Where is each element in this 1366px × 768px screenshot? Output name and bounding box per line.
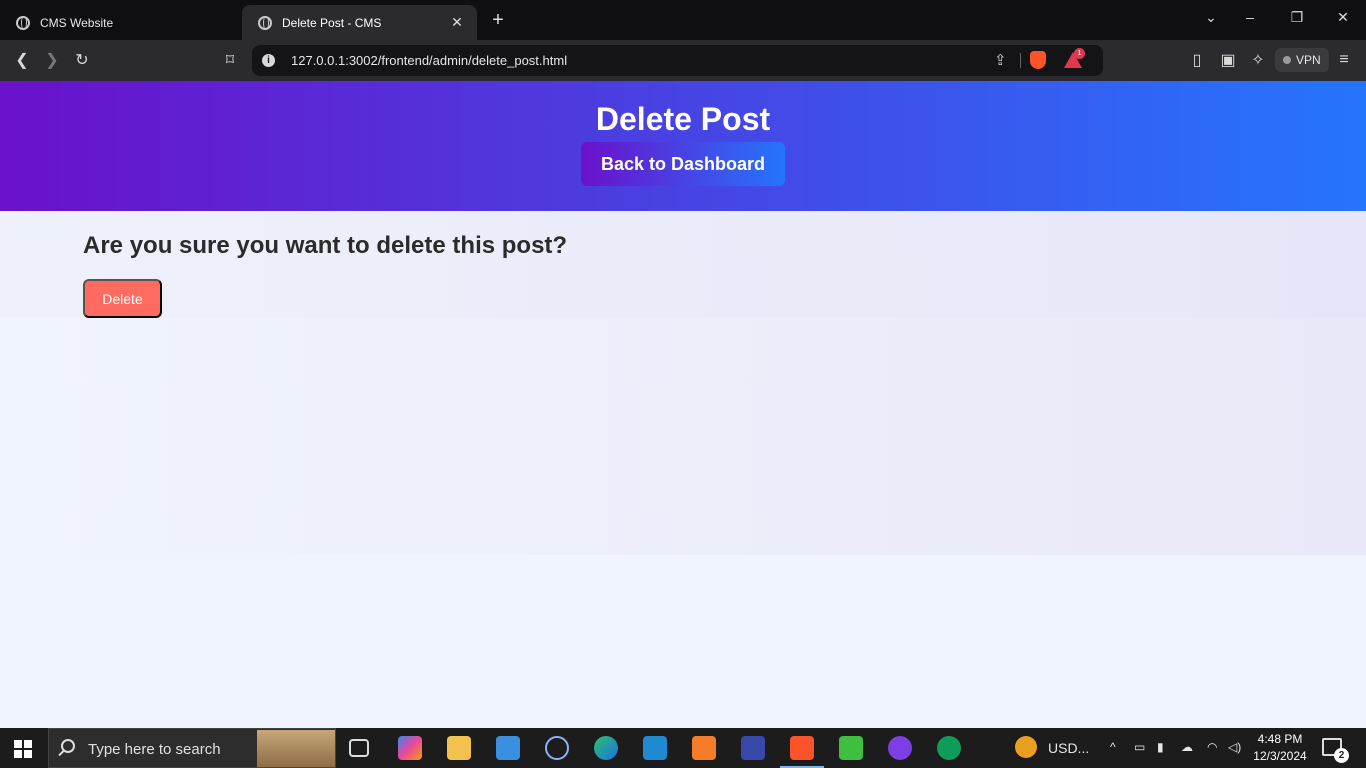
vpn-status-dot: [1283, 56, 1291, 64]
mongodb-compass-icon[interactable]: [937, 736, 961, 760]
meet-now-icon[interactable]: ▭: [1134, 740, 1145, 754]
task-view-icon[interactable]: [349, 739, 369, 757]
wallet-icon[interactable]: ▣: [1218, 50, 1238, 70]
show-hidden-icons-icon[interactable]: ^: [1110, 740, 1116, 754]
vpn-label: VPN: [1296, 53, 1321, 67]
brave-shields-icon[interactable]: [1030, 51, 1046, 69]
sidebar-icon[interactable]: ▯: [1187, 50, 1207, 70]
clock-time: 4:48 PM: [1257, 732, 1303, 746]
file-explorer-icon[interactable]: [447, 736, 471, 760]
confirmation-question: Are you sure you want to delete this pos…: [83, 232, 568, 259]
system-clock[interactable]: 4:48 PM 12/3/2024: [1252, 731, 1308, 765]
tab-cms-website[interactable]: CMS Website: [0, 5, 240, 40]
network-app-icon[interactable]: [545, 736, 569, 760]
wifi-icon[interactable]: ◠: [1207, 740, 1217, 754]
vpn-button[interactable]: VPN: [1275, 48, 1329, 72]
address-bar[interactable]: i 127.0.0.1:3002/frontend/admin/delete_p…: [252, 45, 1103, 76]
browser-tab-strip: CMS Website Delete Post - CMS ✕ + ⌄ – ❐ …: [0, 0, 1366, 40]
notification-count: 2: [1334, 748, 1349, 763]
search-icon: [61, 739, 75, 753]
divider: [1020, 53, 1021, 68]
bookmark-icon[interactable]: ⌑: [220, 50, 240, 70]
tab-search-icon[interactable]: ⌄: [1201, 9, 1221, 26]
delete-confirmation-section: Are you sure you want to delete this pos…: [0, 211, 1366, 318]
page-title: Delete Post: [595, 101, 771, 137]
site-info-icon[interactable]: i: [262, 54, 275, 67]
search-highlight-image: [257, 730, 335, 767]
search-placeholder: Type here to search: [88, 741, 221, 758]
delete-button[interactable]: Delete: [83, 279, 162, 318]
edge-icon[interactable]: [594, 736, 618, 760]
new-tab-button[interactable]: +: [488, 9, 508, 32]
minimize-button[interactable]: –: [1240, 9, 1260, 25]
url-text[interactable]: 127.0.0.1:3002/frontend/admin/delete_pos…: [291, 53, 567, 68]
github-desktop-icon[interactable]: [888, 736, 912, 760]
taskbar-search-box[interactable]: Type here to search: [48, 728, 336, 768]
leo-ai-icon[interactable]: ✧: [1248, 50, 1268, 70]
onedrive-icon[interactable]: ☁: [1181, 740, 1193, 754]
tab-title: Delete Post - CMS: [282, 15, 382, 30]
rewards-badge: 1: [1074, 48, 1085, 59]
tab-delete-post[interactable]: Delete Post - CMS ✕: [242, 5, 477, 40]
windows-start-button[interactable]: [14, 740, 32, 758]
page-viewport: Delete Post Back to Dashboard Are you su…: [0, 81, 1366, 728]
tab-title: CMS Website: [40, 15, 114, 30]
mail-icon[interactable]: [496, 736, 520, 760]
background-band: [0, 318, 1366, 555]
clock-date: 12/3/2024: [1253, 749, 1307, 763]
weather-icon[interactable]: [1015, 736, 1037, 758]
back-to-dashboard-button[interactable]: Back to Dashboard: [581, 142, 785, 186]
close-window-button[interactable]: ✕: [1333, 9, 1353, 26]
restore-button[interactable]: ❐: [1287, 9, 1307, 26]
windows-taskbar: Type here to search USD... ^ ▭ ▮ ☁ ◠ ◁) …: [0, 728, 1366, 768]
back-icon[interactable]: ❮: [12, 50, 32, 70]
globe-icon: [16, 15, 30, 30]
xampp-icon[interactable]: [692, 736, 716, 760]
menu-icon[interactable]: ≡: [1334, 50, 1354, 70]
browser-toolbar: ❮ ❯ ↻ ⌑ i 127.0.0.1:3002/frontend/admin/…: [0, 40, 1366, 81]
green-app-icon[interactable]: [839, 736, 863, 760]
reload-icon[interactable]: ↻: [72, 50, 92, 70]
close-tab-icon[interactable]: ✕: [449, 14, 465, 31]
kite-icon[interactable]: [741, 736, 765, 760]
page-header: Delete Post Back to Dashboard: [0, 81, 1366, 211]
share-icon[interactable]: ⇪: [994, 51, 1007, 69]
globe-icon: [258, 15, 272, 30]
brave-icon[interactable]: [780, 736, 824, 768]
battery-icon[interactable]: ▮: [1157, 740, 1164, 754]
volume-icon[interactable]: ◁): [1228, 740, 1241, 754]
forward-icon[interactable]: ❯: [42, 50, 62, 70]
vscode-icon[interactable]: [643, 736, 667, 760]
copilot-icon[interactable]: [398, 736, 422, 760]
weather-text[interactable]: USD...: [1048, 740, 1089, 756]
